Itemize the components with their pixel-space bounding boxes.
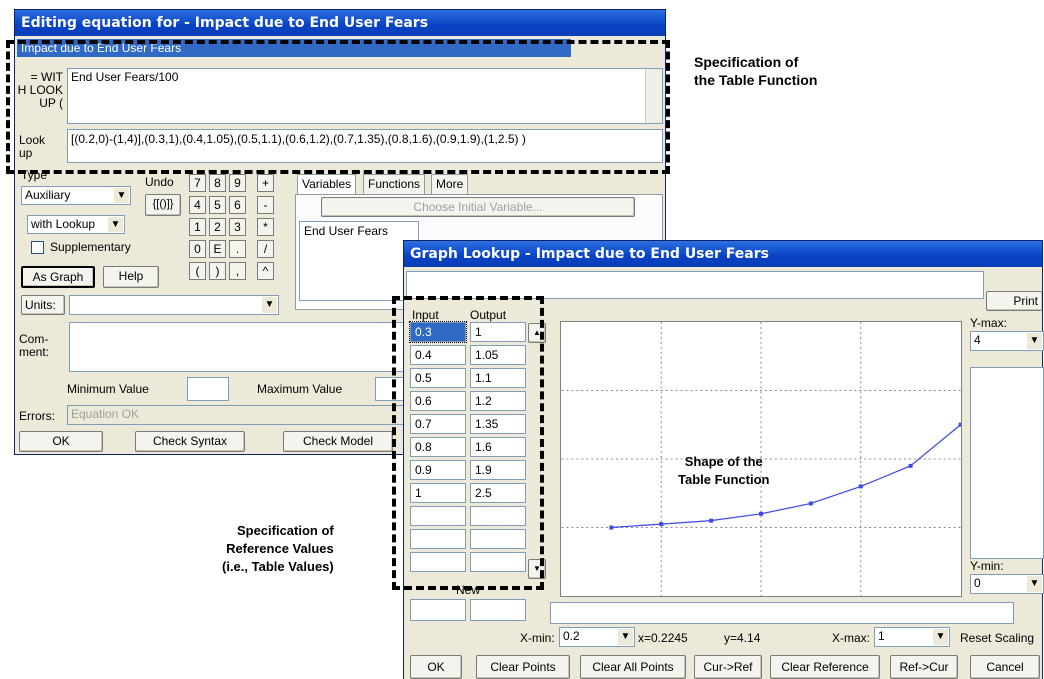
cur-to-ref-button[interactable]: Cur->Ref xyxy=(694,655,762,679)
clear-all-points-button[interactable]: Clear All Points xyxy=(580,655,686,679)
key-minus[interactable]: - xyxy=(257,196,274,214)
clear-reference-button[interactable]: Clear Reference xyxy=(770,655,880,679)
annotation-shape-table-function: Shape of the Table Function xyxy=(678,454,770,487)
brackets-button[interactable]: {[()]} xyxy=(145,194,181,216)
table-function-highlight xyxy=(6,40,670,174)
supplementary-label: Supplementary xyxy=(50,240,131,254)
cancel-button[interactable]: Cancel xyxy=(970,655,1040,679)
key-caret[interactable]: ^ xyxy=(257,262,274,280)
key-e[interactable]: E xyxy=(209,240,226,258)
data-point[interactable] xyxy=(609,525,614,530)
chevron-down-icon: ▼ xyxy=(933,629,948,645)
key-plus[interactable]: + xyxy=(257,174,274,192)
graph-name-field[interactable] xyxy=(406,271,984,299)
series-line xyxy=(611,424,961,529)
key-open-paren[interactable]: ( xyxy=(189,262,206,280)
y-max-dropdown[interactable]: 4 ▼ xyxy=(970,331,1044,351)
key-7[interactable]: 7 xyxy=(189,174,206,192)
print-button[interactable]: Print xyxy=(986,291,1042,311)
chevron-down-icon: ▼ xyxy=(1027,333,1042,349)
chevron-down-icon: ▼ xyxy=(108,217,123,232)
data-point[interactable] xyxy=(858,484,863,489)
key-5[interactable]: 5 xyxy=(209,196,226,214)
chevron-down-icon: ▼ xyxy=(114,188,129,203)
x-max-value: 1 xyxy=(878,629,885,643)
tab-functions[interactable]: Functions xyxy=(363,174,426,194)
reference-values-highlight xyxy=(392,296,544,590)
as-graph-button[interactable]: As Graph xyxy=(21,266,95,288)
subtype-dropdown[interactable]: with Lookup ▼ xyxy=(27,215,125,234)
equation-editor-title: Editing equation for - Impact due to End… xyxy=(15,10,665,36)
tab-variables[interactable]: Variables xyxy=(297,174,357,195)
choose-initial-variable-button[interactable]: Choose Initial Variable... xyxy=(321,197,635,217)
chevron-down-icon: ▼ xyxy=(262,297,277,313)
x-min-value: 0.2 xyxy=(563,629,580,643)
cursor-y-readout: y=4.14 xyxy=(724,631,761,645)
check-model-button[interactable]: Check Model xyxy=(283,431,393,452)
data-point[interactable] xyxy=(908,463,913,468)
variables-list[interactable]: End User Fears xyxy=(299,221,419,301)
key-4[interactable]: 4 xyxy=(189,196,206,214)
new-input-field[interactable] xyxy=(410,599,466,621)
new-output-field[interactable] xyxy=(470,599,526,621)
y-min-dropdown[interactable]: 0 ▼ xyxy=(970,574,1044,594)
key-9[interactable]: 9 xyxy=(229,174,246,192)
tab-more[interactable]: More xyxy=(431,174,469,194)
ok-button[interactable]: OK xyxy=(19,431,103,452)
chevron-down-icon: ▼ xyxy=(618,629,633,645)
key-6[interactable]: 6 xyxy=(229,196,246,214)
cursor-x-readout: x=0.2245 xyxy=(638,631,688,645)
units-button[interactable]: Units: xyxy=(21,295,65,315)
type-dropdown[interactable]: Auxiliary ▼ xyxy=(21,186,131,205)
y-min-value: 0 xyxy=(974,576,981,590)
maximum-value-label: Maximum Value xyxy=(257,382,343,396)
subtype-dropdown-value: with Lookup xyxy=(31,217,96,231)
x-max-dropdown[interactable]: 1 ▼ xyxy=(874,627,950,647)
key-multiply[interactable]: * xyxy=(257,218,274,236)
check-syntax-button[interactable]: Check Syntax xyxy=(135,431,245,452)
minimum-value-label: Minimum Value xyxy=(67,382,149,396)
status-field xyxy=(550,602,1014,624)
errors-label: Errors: xyxy=(19,409,55,423)
undo-label[interactable]: Undo xyxy=(145,175,174,189)
graph-lookup-title: Graph Lookup - Impact due to End User Fe… xyxy=(404,241,1042,267)
minimum-value-field[interactable] xyxy=(187,377,229,401)
y-max-value: 4 xyxy=(974,333,981,347)
data-point[interactable] xyxy=(808,501,813,506)
clear-points-button[interactable]: Clear Points xyxy=(476,655,570,679)
supplementary-checkbox[interactable] xyxy=(31,241,44,254)
data-point[interactable] xyxy=(958,422,962,427)
key-2[interactable]: 2 xyxy=(209,218,226,236)
y-max-label: Y-max: xyxy=(970,316,1007,330)
x-min-label: X-min: xyxy=(520,631,555,645)
y-min-label: Y-min: xyxy=(970,559,1004,573)
chevron-down-icon: ▼ xyxy=(1027,576,1042,592)
keypad: 7 8 9 + 4 5 6 - 1 2 3 * 0 E . / ( ) , ^ xyxy=(189,174,285,284)
annotation-spec-reference-values: Specification of Reference Values (i.e.,… xyxy=(222,523,334,574)
data-point[interactable] xyxy=(709,518,714,523)
key-comma[interactable]: , xyxy=(229,262,246,280)
annotation-spec-table-function: Specification of the Table Function xyxy=(694,54,818,88)
reset-scaling-link[interactable]: Reset Scaling xyxy=(960,631,1034,645)
key-8[interactable]: 8 xyxy=(209,174,226,192)
data-point[interactable] xyxy=(659,522,664,527)
comment-label: Com- ment: xyxy=(19,332,50,359)
key-divide[interactable]: / xyxy=(257,240,274,258)
key-0[interactable]: 0 xyxy=(189,240,206,258)
units-dropdown[interactable]: ▼ xyxy=(69,295,279,315)
help-button[interactable]: Help xyxy=(103,266,159,288)
reference-list[interactable] xyxy=(970,367,1044,559)
key-3[interactable]: 3 xyxy=(229,218,246,236)
ref-to-cur-button[interactable]: Ref->Cur xyxy=(890,655,958,679)
data-point[interactable] xyxy=(759,511,763,516)
key-dot[interactable]: . xyxy=(229,240,246,258)
key-1[interactable]: 1 xyxy=(189,218,206,236)
tabs-bar: Variables Functions More xyxy=(297,174,497,195)
x-max-label: X-max: xyxy=(832,631,871,645)
type-dropdown-value: Auxiliary xyxy=(25,188,71,202)
list-item[interactable]: End User Fears xyxy=(304,224,388,238)
graph-ok-button[interactable]: OK xyxy=(410,655,462,679)
key-close-paren[interactable]: ) xyxy=(209,262,226,280)
x-min-dropdown[interactable]: 0.2 ▼ xyxy=(559,627,635,647)
